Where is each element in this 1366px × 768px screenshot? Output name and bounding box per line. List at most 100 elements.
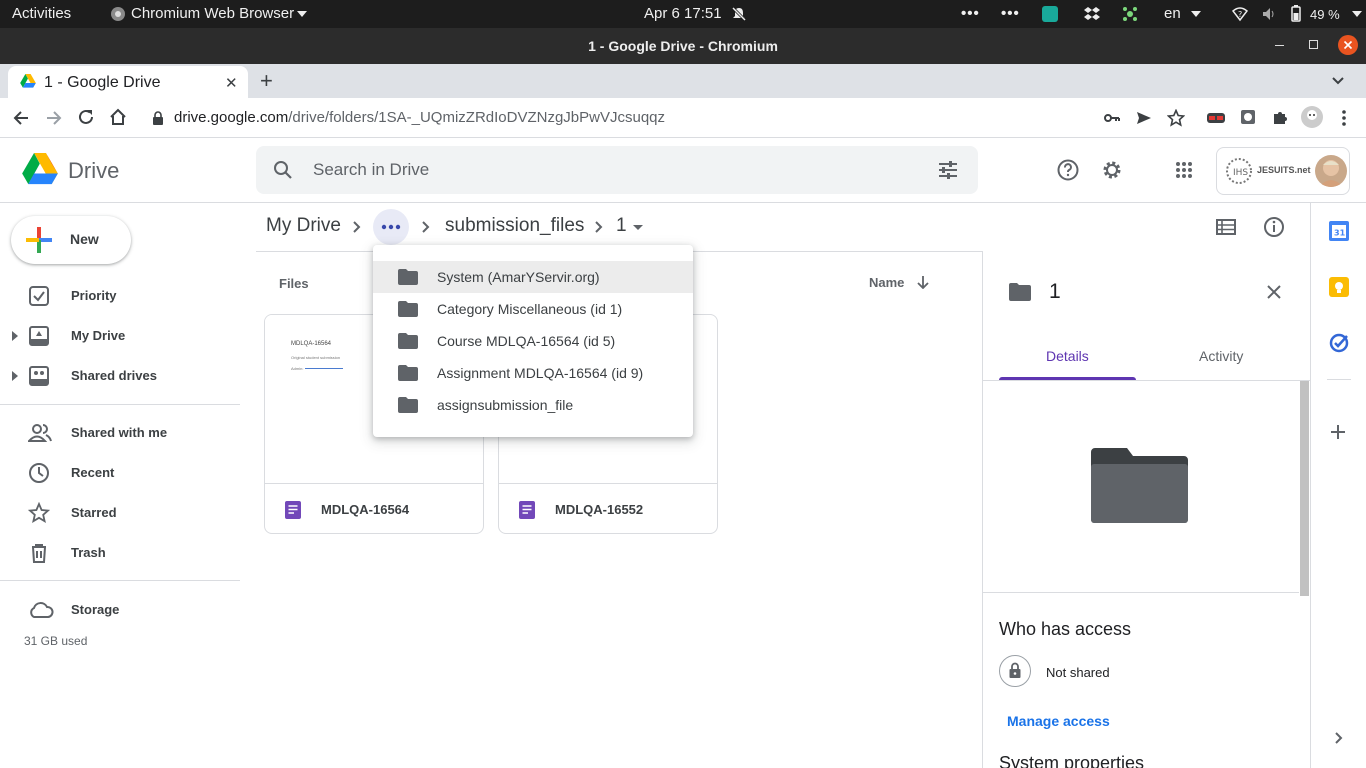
- overflow-icon[interactable]: •••: [961, 5, 980, 22]
- battery-percent: 49 %: [1310, 7, 1340, 22]
- sidebar-item-recent[interactable]: Recent: [0, 453, 240, 493]
- sort-direction-arrow-icon[interactable]: [916, 275, 930, 289]
- volume-icon[interactable]: [1261, 6, 1277, 22]
- sidebar-item-starred[interactable]: Starred: [0, 493, 240, 533]
- lock-avatar-icon: [999, 655, 1031, 687]
- wifi-icon[interactable]: ?: [1232, 6, 1248, 22]
- sidebar-item-my-drive[interactable]: My Drive: [0, 316, 240, 356]
- breadcrumb-submission-files[interactable]: submission_files: [445, 215, 584, 237]
- settings-gear-icon[interactable]: [1101, 159, 1123, 181]
- tab-activity[interactable]: Activity: [1199, 348, 1243, 364]
- search-input[interactable]: Search in Drive: [313, 160, 429, 180]
- system-properties-heading: System properties: [999, 753, 1145, 768]
- sidebar-item-storage[interactable]: Storage: [0, 590, 240, 630]
- back-icon[interactable]: [12, 109, 30, 127]
- breadcrumb-current-folder[interactable]: 1: [616, 215, 627, 237]
- clock-icon: [28, 462, 50, 484]
- profile-avatar[interactable]: [1301, 106, 1323, 128]
- path-menu-item[interactable]: System (AmarYServir.org): [373, 261, 693, 293]
- expand-shared-drives-icon[interactable]: [12, 371, 18, 381]
- breadcrumb-path-menu: System (AmarYServir.org) Category Miscel…: [373, 245, 693, 437]
- omnibox[interactable]: drive.google.com/drive/folders/1SA-_UQmi…: [142, 103, 1202, 133]
- expand-side-panel-icon[interactable]: [1333, 731, 1345, 745]
- battery-icon[interactable]: [1291, 5, 1301, 22]
- account-switcher[interactable]: IHS JESUITS.net: [1216, 147, 1350, 195]
- new-tab-icon[interactable]: +: [260, 68, 273, 94]
- window-title: 1 - Google Drive - Chromium: [588, 38, 778, 54]
- path-menu-item[interactable]: assignsubmission_file: [373, 389, 693, 421]
- browser-menu-icon[interactable]: [1336, 109, 1352, 127]
- forward-icon[interactable]: [45, 109, 63, 127]
- tab-search-chevron-icon[interactable]: [1330, 72, 1346, 88]
- browser-toolbar: drive.google.com/drive/folders/1SA-_UQmi…: [0, 98, 1366, 138]
- bookmark-star-icon[interactable]: [1167, 109, 1185, 127]
- expand-my-drive-icon[interactable]: [12, 331, 18, 341]
- key-icon[interactable]: [1104, 111, 1120, 125]
- extensions-puzzle-icon[interactable]: [1271, 109, 1289, 127]
- details-scrollbar[interactable]: [1300, 381, 1309, 596]
- panel-folder-icon: [1009, 283, 1031, 301]
- folder-menu-arrow-icon[interactable]: [633, 225, 643, 230]
- tab-details[interactable]: Details: [1046, 348, 1089, 364]
- lock-icon[interactable]: [152, 111, 164, 125]
- calendar-icon[interactable]: 31: [1329, 221, 1349, 241]
- maximize-icon[interactable]: [1309, 40, 1318, 49]
- who-has-access-heading: Who has access: [999, 619, 1132, 639]
- user-avatar[interactable]: [1315, 155, 1347, 187]
- folder-icon: [398, 365, 418, 381]
- breadcrumb-more-button[interactable]: [373, 209, 409, 245]
- path-menu-item[interactable]: Category Miscellaneous (id 1): [373, 293, 693, 325]
- large-folder-icon: [1091, 448, 1188, 523]
- notifications-off-icon: [731, 6, 747, 22]
- extension-glasses-icon[interactable]: [1207, 110, 1225, 126]
- svg-text:31: 31: [1334, 229, 1346, 238]
- help-icon[interactable]: [1057, 159, 1079, 181]
- path-menu-item[interactable]: Course MDLQA-16564 (id 5): [373, 325, 693, 357]
- url-text[interactable]: drive.google.com/drive/folders/1SA-_UQmi…: [174, 109, 665, 126]
- activities-button[interactable]: Activities: [12, 5, 71, 22]
- folder-icon: [398, 333, 418, 349]
- overflow-icon-2[interactable]: •••: [1001, 5, 1020, 22]
- sidebar-item-priority[interactable]: Priority: [0, 276, 240, 316]
- search-bar[interactable]: Search in Drive: [256, 146, 978, 194]
- manage-access-link[interactable]: Manage access: [1007, 713, 1110, 729]
- thumbnail-link-line: [305, 368, 343, 369]
- close-details-icon[interactable]: [1266, 284, 1282, 300]
- system-menu-arrow-icon[interactable]: [1352, 11, 1362, 17]
- new-button[interactable]: New: [11, 216, 131, 264]
- path-menu-item[interactable]: Assignment MDLQA-16564 (id 9): [373, 357, 693, 389]
- reload-icon[interactable]: [77, 108, 95, 126]
- files-section-label: Files: [279, 276, 309, 291]
- shared-drives-icon: [28, 365, 50, 387]
- browser-tab[interactable]: 1 - Google Drive ✕: [8, 66, 248, 98]
- tasks-icon[interactable]: [1329, 333, 1349, 353]
- clock[interactable]: Apr 6 17:51: [644, 5, 722, 22]
- tray-indicator-icon[interactable]: [1122, 6, 1138, 22]
- language-indicator[interactable]: en: [1164, 5, 1181, 22]
- sidebar-item-shared-drives[interactable]: Shared drives: [0, 356, 240, 396]
- minimize-icon[interactable]: [1275, 45, 1284, 46]
- dropbox-icon[interactable]: [1083, 6, 1101, 22]
- sidebar-item-shared-with-me[interactable]: Shared with me: [0, 413, 240, 453]
- app-menu-arrow-icon: [297, 11, 307, 17]
- google-apps-icon[interactable]: [1175, 161, 1193, 179]
- add-addon-icon[interactable]: [1330, 424, 1346, 440]
- app-menu-label[interactable]: Chromium Web Browser: [131, 5, 294, 22]
- tab-close-icon[interactable]: ✕: [225, 74, 238, 92]
- list-view-icon[interactable]: [1216, 218, 1236, 236]
- extension-square-icon[interactable]: [1240, 109, 1256, 125]
- sidebar-item-trash[interactable]: Trash: [0, 533, 240, 573]
- drive-favicon-icon: [20, 74, 36, 88]
- send-icon[interactable]: [1136, 110, 1152, 126]
- sort-by-name-button[interactable]: Name: [869, 275, 904, 290]
- drive-logo-icon[interactable]: [22, 153, 58, 185]
- app-indicator-icon[interactable]: [1042, 6, 1058, 22]
- search-options-icon[interactable]: [938, 160, 958, 180]
- close-window-button[interactable]: [1338, 35, 1358, 55]
- keep-icon[interactable]: [1329, 277, 1349, 297]
- drive-logo-text[interactable]: Drive: [68, 158, 119, 184]
- home-icon[interactable]: [109, 108, 127, 126]
- breadcrumb-my-drive[interactable]: My Drive: [266, 215, 341, 237]
- view-details-icon[interactable]: [1263, 216, 1285, 238]
- search-icon[interactable]: [273, 160, 293, 180]
